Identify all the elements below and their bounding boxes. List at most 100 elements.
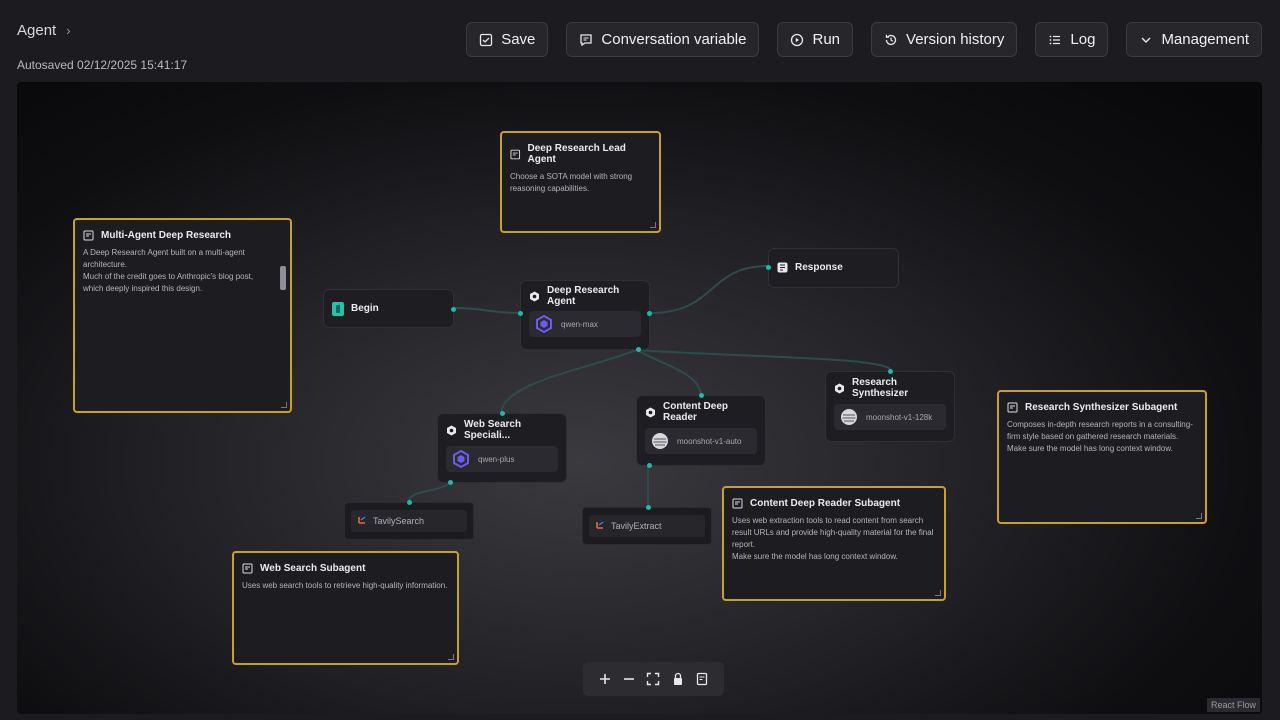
edge-begin-to-agent [453,307,521,314]
note-deep-research-lead-agent[interactable]: Deep Research Lead Agent Choose a SOTA m… [500,131,661,233]
flow-controls [583,662,724,696]
breadcrumb: Agent › [17,22,71,39]
tool-name: TavilySearch [373,516,425,526]
log-label: Log [1070,31,1096,48]
management-label: Management [1161,31,1249,48]
node-title: Research Synthesizer [852,377,909,399]
resize-handle[interactable] [281,402,287,408]
resize-handle[interactable] [448,654,454,660]
note-icon [696,672,707,686]
plus-icon [600,674,611,684]
note-title: Web Search Subagent [260,563,366,574]
resize-handle[interactable] [935,590,941,596]
bottom-handle[interactable] [647,463,652,468]
model-selector[interactable]: qwen-max [529,311,641,337]
note-icon [83,230,94,241]
top-bar: Agent › Autosaved 02/12/2025 15:41:17 Sa… [0,0,1280,82]
fit-view-icon [647,672,660,686]
note-header: Web Search Subagent [234,553,457,580]
model-selector[interactable]: moonshot-v1-auto [645,428,757,454]
note-title: Content Deep Reader Subagent [750,498,901,509]
note-header: Research Synthesizer Subagent [999,392,1205,419]
note-multi-agent-deep-research[interactable]: Multi-Agent Deep Research A Deep Researc… [73,218,292,413]
bottom-handle[interactable] [636,347,641,352]
model-name: qwen-max [561,319,598,329]
fit-view-button[interactable] [644,670,662,688]
top-handle[interactable] [500,411,505,416]
tool-tavily-search[interactable]: TavilySearch [344,500,474,540]
save-button[interactable]: Save [466,22,549,57]
note-title: Research Synthesizer Subagent [1025,402,1178,413]
note-body: Uses web extraction tools to read conten… [732,516,934,561]
model-name: moonshot-v1-128k [866,412,933,422]
node-title: Begin [351,303,379,314]
log-button[interactable]: Log [1035,22,1109,57]
agent-icon [446,425,457,436]
flow-canvas[interactable]: Multi-Agent Deep Research A Deep Researc… [17,82,1262,714]
version-history-button[interactable]: Version history [871,22,1018,57]
top-handle[interactable] [888,369,893,374]
note-title: Multi-Agent Deep Research [101,230,232,241]
top-handle[interactable] [407,500,412,505]
note-header: Deep Research Lead Agent [502,133,659,171]
output-handle[interactable] [647,311,652,316]
tool-tavily-extract[interactable]: TavilyExtract [582,505,712,545]
note-scrollbar[interactable] [279,254,287,314]
note-content-deep-reader-subagent[interactable]: Content Deep Reader Subagent Uses web ex… [722,486,946,601]
input-handle[interactable] [766,265,771,270]
edge-websearch-to-tavilysearch [408,483,449,501]
tavily-icon [596,521,604,529]
qwen-logo-icon [452,450,470,468]
node-begin[interactable]: Begin [323,289,456,328]
model-selector[interactable]: qwen-plus [446,446,558,472]
bottom-handle[interactable] [448,480,453,485]
top-handle[interactable] [699,393,704,398]
note-body: Choose a SOTA model with strong reasonin… [510,172,633,193]
node-research-synthesizer[interactable]: Research Synthesizer moonshot-v1-128k [825,369,955,442]
note-research-synthesizer-subagent[interactable]: Research Synthesizer Subagent Composes i… [997,390,1207,524]
node-deep-research-agent[interactable]: Deep Research Agent qwen-max [518,280,652,352]
output-handle[interactable] [451,307,456,312]
autosave-status: Autosaved 02/12/2025 15:41:17 [17,58,188,72]
edge-agent-to-websearch [500,349,638,413]
qwen-logo-icon [535,315,553,333]
react-flow-attribution[interactable]: React Flow [1206,698,1260,712]
begin-icon [332,301,344,316]
note-header: Multi-Agent Deep Research [75,220,290,247]
note-icon [510,149,521,159]
model-selector[interactable]: moonshot-v1-128k [834,404,946,430]
zoom-in-button[interactable] [596,670,614,688]
edge-agent-to-synth [636,349,891,370]
run-button[interactable]: Run [777,22,854,57]
note-add-button[interactable] [693,670,711,688]
node-title: Content Deep Reader [663,401,728,423]
play-circle-icon [790,33,804,47]
note-web-search-subagent[interactable]: Web Search Subagent Uses web search tool… [232,551,459,665]
save-icon [479,33,493,47]
conversation-variable-button[interactable]: Conversation variable [566,22,760,57]
input-handle[interactable] [518,311,523,316]
node-content-deep-reader[interactable]: Content Deep Reader moonshot-v1-auto [636,393,766,468]
model-name: qwen-plus [478,454,515,464]
edge-agent-to-reader [636,349,702,395]
note-title: Deep Research Lead Agent [527,143,626,165]
moonshot-logo-icon [651,432,669,450]
resize-handle[interactable] [1196,513,1202,519]
conversation-variable-label: Conversation variable [601,31,747,48]
management-button[interactable]: Management [1126,22,1262,57]
minus-icon [624,678,635,680]
lock-button[interactable] [669,670,687,688]
save-label: Save [501,31,536,48]
node-title: Web Search Speciali... [464,419,522,441]
tavily-icon [358,516,366,524]
model-name: moonshot-v1-auto [677,436,742,446]
zoom-out-button[interactable] [620,670,638,688]
top-handle[interactable] [646,505,651,510]
note-body: A Deep Research Agent built on a multi-a… [83,248,254,293]
run-label: Run [812,31,841,48]
node-response[interactable]: Response [766,248,899,288]
list-icon [1048,33,1062,47]
breadcrumb-agent[interactable]: Agent [17,22,56,39]
resize-handle[interactable] [650,222,656,228]
node-web-search-specialist[interactable]: Web Search Speciali... qwen-plus [437,411,567,485]
